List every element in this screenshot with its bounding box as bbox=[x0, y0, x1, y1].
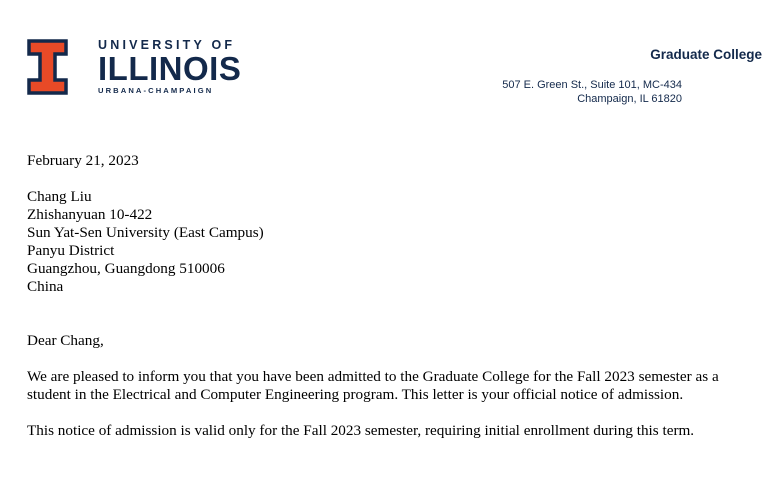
salutation: Dear Chang, bbox=[27, 332, 104, 349]
validity-paragraph: This notice of admission is valid only f… bbox=[27, 422, 695, 439]
recipient-line: Guangzhou, Guangdong 510006 bbox=[27, 260, 225, 277]
block-i-logo-icon bbox=[27, 39, 68, 95]
recipient-line: China bbox=[27, 278, 64, 295]
university-logo: UNIVERSITY OF ILLINOIS URBANA-CHAMPAIGN bbox=[26, 38, 258, 98]
letter-date: February 21, 2023 bbox=[27, 152, 139, 169]
recipient-line: Zhishanyuan 10-422 bbox=[27, 206, 153, 223]
recipient-line: Sun Yat-Sen University (East Campus) bbox=[27, 224, 264, 241]
recipient-address: Chang Liu Zhishanyuan 10-422 Sun Yat-Sen… bbox=[27, 188, 727, 296]
address-line: 507 E. Green St., Suite 101, MC-434 bbox=[502, 79, 682, 91]
college-address: 507 E. Green St., Suite 101, MC-434 Cham… bbox=[502, 78, 682, 106]
logo-wordmark: UNIVERSITY OF ILLINOIS URBANA-CHAMPAIGN bbox=[98, 38, 258, 96]
recipient-line: Panyu District bbox=[27, 242, 115, 259]
admission-paragraph: We are pleased to inform you that you ha… bbox=[27, 368, 719, 403]
letter-page: UNIVERSITY OF ILLINOIS URBANA-CHAMPAIGN … bbox=[0, 0, 768, 478]
recipient-line: Chang Liu bbox=[27, 188, 92, 205]
address-line: Champaign, IL 61820 bbox=[577, 93, 682, 105]
college-name: Graduate College bbox=[650, 47, 762, 62]
logo-illinois: ILLINOIS bbox=[98, 50, 242, 87]
logo-urbana-champaign: URBANA-CHAMPAIGN bbox=[98, 86, 214, 95]
letter-body: February 21, 2023 Chang Liu Zhishanyuan … bbox=[27, 152, 727, 440]
